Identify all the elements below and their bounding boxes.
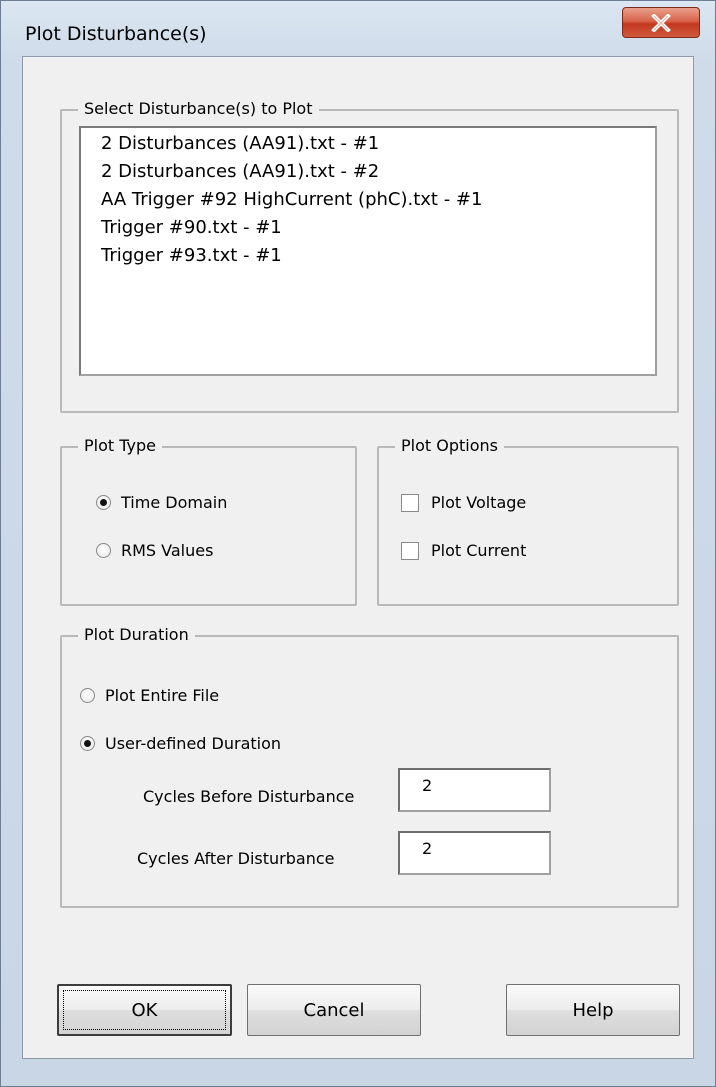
window-title: Plot Disturbance(s)	[25, 23, 207, 45]
cancel-button[interactable]: Cancel	[247, 984, 421, 1036]
plot-options-group: Plot Options	[377, 435, 679, 606]
rms-values-radio[interactable]: RMS Values	[96, 541, 213, 560]
time-domain-radio[interactable]: Time Domain	[96, 493, 227, 512]
cycles-after-input[interactable]: 2	[398, 831, 551, 875]
list-item[interactable]: Trigger #90.txt - #1	[101, 214, 655, 242]
close-icon	[651, 13, 671, 32]
plot-voltage-label: Plot Voltage	[431, 493, 527, 512]
select-disturbances-legend: Select Disturbance(s) to Plot	[78, 98, 319, 120]
focus-rectangle	[63, 990, 226, 1030]
plot-current-checkbox[interactable]: Plot Current	[401, 541, 526, 560]
list-item[interactable]: Trigger #93.txt - #1	[101, 242, 655, 270]
plot-duration-legend: Plot Duration	[78, 624, 195, 646]
disturbance-listbox[interactable]: 2 Disturbances (AA91).txt - #1 2 Disturb…	[79, 126, 657, 376]
time-domain-label: Time Domain	[121, 493, 228, 512]
cancel-label: Cancel	[303, 999, 365, 1021]
user-defined-duration-label: User-defined Duration	[105, 734, 282, 753]
user-defined-duration-radio[interactable]: User-defined Duration	[80, 734, 281, 753]
plot-options-legend: Plot Options	[395, 435, 504, 457]
close-button[interactable]	[622, 7, 700, 38]
plot-entire-file-label: Plot Entire File	[105, 686, 220, 705]
ok-button[interactable]: OK	[57, 984, 232, 1036]
radio-indicator-checked	[96, 495, 111, 510]
plot-voltage-checkbox[interactable]: Plot Voltage	[401, 493, 526, 512]
plot-entire-file-radio[interactable]: Plot Entire File	[80, 686, 219, 705]
cycles-before-label: Cycles Before Disturbance	[143, 787, 355, 806]
plot-current-label: Plot Current	[431, 541, 527, 560]
radio-indicator	[96, 543, 111, 558]
radio-indicator	[80, 688, 95, 703]
help-button[interactable]: Help	[506, 984, 680, 1036]
rms-values-label: RMS Values	[121, 541, 214, 560]
list-item[interactable]: 2 Disturbances (AA91).txt - #1	[101, 130, 655, 158]
list-item[interactable]: 2 Disturbances (AA91).txt - #2	[101, 158, 655, 186]
cycles-before-input[interactable]: 2	[398, 768, 551, 812]
radio-indicator-checked	[80, 736, 95, 751]
plot-type-legend: Plot Type	[78, 435, 162, 457]
checkbox-indicator	[401, 493, 419, 512]
help-label: Help	[572, 999, 614, 1021]
cycles-after-label: Cycles After Disturbance	[137, 849, 335, 868]
list-item[interactable]: AA Trigger #92 HighCurrent (phC).txt - #…	[101, 186, 655, 214]
checkbox-indicator	[401, 541, 419, 560]
plot-type-group: Plot Type	[60, 435, 357, 606]
